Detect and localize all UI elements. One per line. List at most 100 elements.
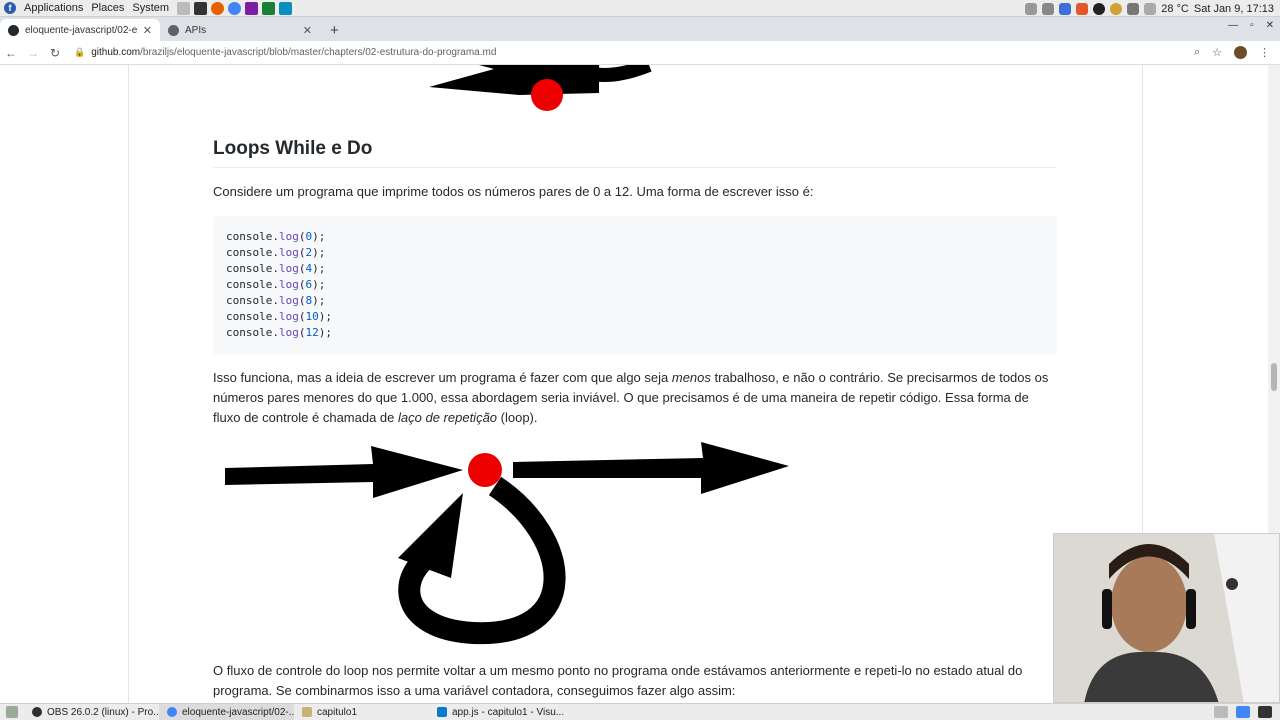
pycharm-launcher-icon[interactable] [262, 1, 276, 15]
task-label: OBS 26.0.2 (linux) - Pro... [47, 706, 159, 718]
url-host: github.com [91, 47, 141, 58]
taskbar-tray [1214, 706, 1272, 718]
task-vscode[interactable]: app.js - capitulo1 - Visu... [429, 704, 564, 720]
browser-tab-bar: eloquente-javascript/02-e ✕ APIs ✕ + — ▫… [0, 17, 1280, 41]
emphasis-laco: laço de repetição [398, 410, 498, 425]
tab-title: eloquente-javascript/02-e [25, 24, 138, 36]
code-object: console [226, 294, 273, 307]
distro-logo-icon[interactable]: f [4, 2, 16, 14]
code-line: console.log(12); [226, 326, 332, 339]
loop-paragraph-part-a: Isso funciona, mas a ideia de escrever u… [213, 370, 672, 385]
tab-title: APIs [185, 24, 207, 36]
app-launcher-icon[interactable] [279, 1, 293, 15]
close-window-icon[interactable]: ✕ [1266, 20, 1274, 31]
code-line: console.log(10); [226, 310, 332, 323]
firefox-launcher-icon[interactable] [211, 1, 225, 15]
workspace-1-icon[interactable] [1214, 706, 1228, 718]
terminal-launcher-icon[interactable] [194, 1, 208, 15]
workspace-3-icon[interactable] [1258, 706, 1272, 718]
tab-apis[interactable]: APIs ✕ [160, 19, 320, 41]
code-function: log [278, 262, 299, 275]
scrollbar-thumb[interactable] [1271, 363, 1277, 391]
loop-paragraph-part-c: (loop). [497, 410, 538, 425]
profile-avatar[interactable] [1234, 46, 1247, 59]
zoom-icon[interactable]: ⌕ [1194, 46, 1200, 59]
new-tab-button[interactable]: + [320, 22, 349, 41]
reload-icon[interactable]: ↻ [44, 46, 66, 60]
battery-icon[interactable] [1144, 2, 1157, 15]
folder-icon [302, 707, 312, 717]
clock[interactable]: Sat Jan 9, 17:13 [1194, 3, 1274, 15]
code-function: log [278, 326, 299, 339]
app-tray-icon[interactable] [1076, 2, 1089, 15]
menu-places[interactable]: Places [91, 2, 124, 14]
address-bar-actions: ⌕ ☆ ⋮ [1194, 46, 1280, 59]
code-number: 4 [305, 262, 313, 275]
section-heading: Loops While e Do [213, 138, 1057, 168]
task-obs[interactable]: OBS 26.0.2 (linux) - Pro... [24, 704, 159, 720]
network-icon[interactable] [1127, 2, 1140, 15]
ide-launcher-icon[interactable] [245, 1, 259, 15]
temperature: 28 °C [1161, 2, 1189, 15]
url-bar[interactable]: 🔒 github.com/braziljs/eloquente-javascri… [74, 43, 1194, 63]
code-number: 6 [305, 278, 313, 291]
browser-menu-icon[interactable]: ⋮ [1259, 46, 1270, 59]
task-label: app.js - capitulo1 - Visu... [452, 706, 564, 718]
url-path: /braziljs/eloquente-javascript/blob/mast… [140, 47, 497, 58]
code-line: console.log(6); [226, 278, 326, 291]
mic-icon[interactable] [1025, 2, 1038, 15]
code-line: console.log(4); [226, 262, 326, 275]
steam-tray-icon[interactable] [1093, 2, 1106, 15]
code-object: console [226, 262, 273, 275]
task-browser[interactable]: eloquente-javascript/02-... [159, 704, 294, 720]
code-line: console.log(8); [226, 294, 326, 307]
back-arrow-icon[interactable]: ← [0, 46, 22, 60]
code-number: 12 [305, 326, 319, 339]
code-number: 8 [305, 294, 313, 307]
system-menus: f Applications Places System [0, 2, 169, 14]
bottom-taskbar: OBS 26.0.2 (linux) - Pro... eloquente-ja… [0, 703, 1280, 720]
bluetooth-icon[interactable] [1059, 2, 1072, 15]
vscode-icon [437, 707, 447, 717]
code-function: log [278, 246, 299, 259]
address-toolbar: ← → ↻ 🔒 github.com/braziljs/eloquente-ja… [0, 41, 1280, 65]
globe-favicon-icon [168, 24, 179, 36]
markdown-article: Loops While e Do Considere um programa q… [128, 65, 1143, 703]
code-object: console [226, 246, 273, 259]
task-label: eloquente-javascript/02-... [182, 706, 294, 718]
chrome-launcher-icon[interactable] [228, 1, 242, 15]
menu-system[interactable]: System [132, 2, 169, 14]
system-tray: 28 °C Sat Jan 9, 17:13 [1025, 0, 1274, 17]
flow-diagram-top-partial [429, 65, 652, 111]
maximize-icon[interactable]: ▫ [1250, 20, 1254, 31]
window-controls: — ▫ ✕ [1228, 20, 1274, 31]
lock-icon[interactable]: 🔒 [74, 47, 85, 58]
forward-arrow-icon[interactable]: → [22, 46, 44, 60]
code-function: log [278, 230, 299, 243]
panel-launchers [177, 1, 293, 15]
emphasis-menos: menos [671, 370, 711, 385]
loop-explanation-paragraph: O fluxo de controle do loop nos permite … [213, 663, 1023, 698]
weather-tray-icon[interactable] [1110, 2, 1123, 15]
show-desktop-icon[interactable] [6, 706, 18, 718]
close-tab-icon[interactable]: ✕ [303, 24, 312, 37]
minimize-icon[interactable]: — [1228, 20, 1238, 31]
loop-flow-diagram [225, 442, 789, 645]
code-function: log [278, 310, 299, 323]
code-block: console.log(0); console.log(2); console.lo… [213, 216, 1057, 355]
webcam-overlay [1053, 533, 1280, 703]
task-folder[interactable]: capitulo1 [294, 704, 429, 720]
files-launcher-icon[interactable] [177, 1, 191, 15]
code-number: 2 [305, 246, 313, 259]
tab-eloquente-javascript[interactable]: eloquente-javascript/02-e ✕ [0, 19, 160, 41]
workspace-2-icon[interactable] [1236, 706, 1250, 718]
volume-icon[interactable] [1042, 2, 1055, 15]
obs-icon [32, 707, 42, 717]
menu-applications[interactable]: Applications [24, 2, 83, 14]
code-line: console.log(2); [226, 246, 326, 259]
chrome-icon [167, 707, 177, 717]
bookmark-star-icon[interactable]: ☆ [1212, 46, 1222, 59]
code-number: 0 [305, 230, 313, 243]
intro-paragraph: Considere um programa que imprime todos … [213, 184, 814, 199]
close-tab-icon[interactable]: ✕ [143, 24, 152, 37]
